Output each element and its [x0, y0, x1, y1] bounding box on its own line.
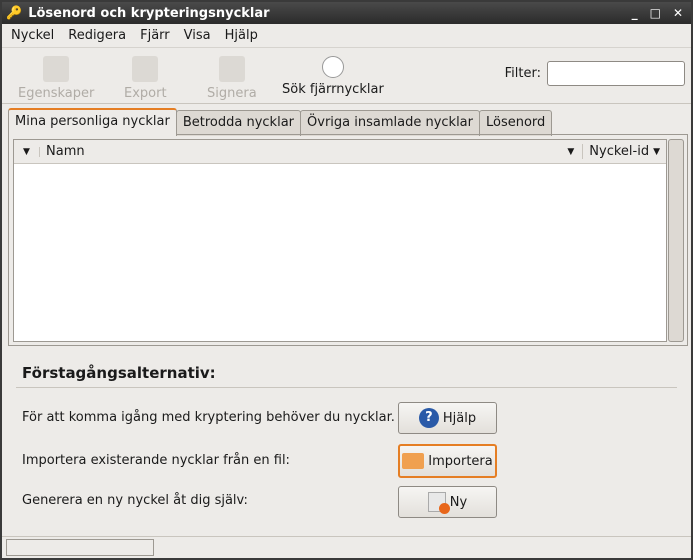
menu-fjarr[interactable]: Fjärr — [140, 28, 170, 43]
help-text: För att komma igång med kryptering behöv… — [22, 410, 395, 425]
main-window: 🔑 Lösenord och krypteringsnycklar _ □ ✕ … — [0, 0, 693, 560]
new-key-icon — [427, 492, 450, 514]
sign-button[interactable]: Signera — [207, 56, 257, 101]
menu-hjalp[interactable]: Hjälp — [225, 28, 258, 43]
help-icon: ? — [418, 408, 439, 428]
first-time-heading: Förstagångsalternativ: — [22, 364, 216, 382]
divider — [16, 387, 677, 388]
menu-redigera[interactable]: Redigera — [68, 28, 126, 43]
tab-personal-keys[interactable]: Mina personliga nycklar — [8, 108, 177, 136]
sign-icon — [218, 56, 245, 82]
export-icon — [132, 56, 159, 82]
export-button[interactable]: Export — [124, 56, 167, 101]
tab-trusted-keys[interactable]: Betrodda nycklar — [175, 110, 302, 136]
new-key-label: Ny — [449, 494, 468, 510]
status-bar — [2, 536, 691, 558]
import-text: Importera existerande nycklar från en fi… — [22, 453, 290, 468]
folder-icon — [402, 453, 425, 469]
new-key-button[interactable]: Ny — [398, 486, 497, 518]
menu-nyckel[interactable]: Nyckel — [11, 28, 54, 43]
properties-icon — [43, 56, 70, 82]
toolbar: Egenskaper Export Signera Sök fjärrnyckl… — [2, 48, 691, 104]
search-remote-label: Sök fjärrnycklar — [282, 82, 384, 97]
search-icon — [321, 56, 344, 78]
tab-panel: ▼ Namn ▼ Nyckel-id ▼ — [8, 134, 688, 346]
vertical-scrollbar[interactable] — [668, 139, 684, 342]
column-name[interactable]: Namn — [40, 144, 567, 159]
keys-icon: 🔑 — [6, 5, 23, 21]
properties-button[interactable]: Egenskaper — [18, 56, 94, 101]
tab-passwords[interactable]: Lösenord — [479, 110, 553, 136]
export-label: Export — [124, 86, 167, 101]
menu-bar: Nyckel Redigera Fjärr Visa Hjälp — [2, 24, 691, 48]
column-chooser-icon[interactable]: ▼ — [14, 146, 40, 157]
sign-label: Signera — [207, 86, 257, 101]
sort-arrow-icon: ▼ — [567, 146, 575, 157]
list-header: ▼ Namn ▼ Nyckel-id ▼ — [14, 140, 666, 164]
key-list[interactable]: ▼ Namn ▼ Nyckel-id ▼ — [13, 139, 667, 342]
search-remote-button[interactable]: Sök fjärrnycklar — [282, 56, 384, 97]
tab-other-keys[interactable]: Övriga insamlade nycklar — [300, 110, 480, 136]
help-button[interactable]: ? Hjälp — [398, 402, 497, 434]
new-key-text: Generera en ny nyckel åt dig själv: — [22, 493, 248, 508]
maximize-button[interactable]: □ — [650, 6, 661, 20]
filter-input[interactable] — [547, 61, 685, 86]
filter-label: Filter: — [504, 66, 541, 81]
column-key-id[interactable]: Nyckel-id — [582, 144, 653, 159]
window-title: Lösenord och krypteringsnycklar — [28, 5, 270, 21]
sort-arrow-icon: ▼ — [653, 146, 660, 157]
import-button[interactable]: Importera — [398, 444, 497, 478]
progress-box — [6, 539, 154, 556]
import-label: Importera — [428, 453, 493, 469]
menu-visa[interactable]: Visa — [184, 28, 211, 43]
title-bar: 🔑 Lösenord och krypteringsnycklar _ □ ✕ — [2, 2, 691, 24]
help-label: Hjälp — [442, 410, 477, 426]
minimize-button[interactable]: _ — [632, 6, 638, 20]
properties-label: Egenskaper — [18, 86, 95, 101]
tab-bar: Mina personliga nycklar Betrodda nycklar… — [8, 108, 553, 136]
close-button[interactable]: ✕ — [673, 6, 683, 20]
